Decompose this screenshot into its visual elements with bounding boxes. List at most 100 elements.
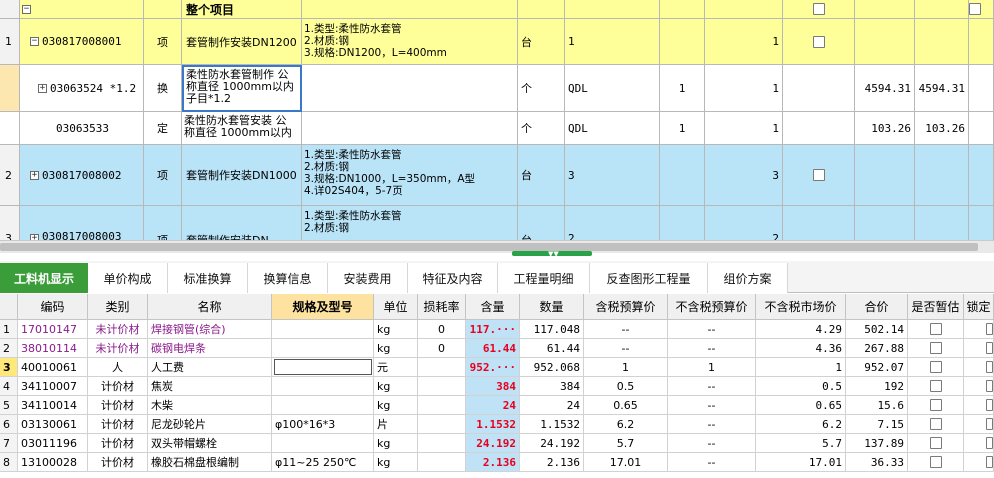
col-quantity[interactable]: 数量 <box>520 294 584 320</box>
grid-header: 编码 类别 名称 规格及型号 单位 损耗率 含量 数量 含税预算价 不含税预算价… <box>0 294 994 320</box>
row-number: 2 <box>0 339 18 358</box>
table-row[interactable]: 6 03130061 计价材 尼龙砂轮片 φ100*16*3 片 1.1532 1.1532 6… <box>0 415 994 434</box>
col-notax-price[interactable]: 不含税预算价 <box>668 294 756 320</box>
scrollbar-thumb[interactable] <box>0 243 978 251</box>
row-number: 7 <box>0 434 18 453</box>
lock-checkbox[interactable] <box>986 380 993 392</box>
material-code: 34110014 <box>18 396 88 415</box>
quota-row-2[interactable]: 03063533 定 柔性防水套管安装 公 称直径 1000mm以内 个 QDL… <box>0 112 994 145</box>
material-spec[interactable] <box>272 358 374 377</box>
material-tax-price: 0.65 <box>584 396 668 415</box>
col-provisional[interactable]: 是否暂估 <box>908 294 964 320</box>
tab-unit-price[interactable]: 单价构成 <box>88 263 168 293</box>
material-content: 24 <box>466 396 520 415</box>
bill-row-2[interactable]: 2 +030817008002 项 套管制作安装DN1000 1.类型:柔性防水… <box>0 145 994 206</box>
col-tax-price[interactable]: 含税预算价 <box>584 294 668 320</box>
material-notax-price: -- <box>668 339 756 358</box>
tab-quantity-detail[interactable]: 工程量明细 <box>498 263 590 293</box>
tab-conversion-info[interactable]: 换算信息 <box>248 263 328 293</box>
material-name: 木柴 <box>148 396 272 415</box>
provisional-cell <box>908 453 964 472</box>
col-lock[interactable]: 锁定 <box>964 294 994 320</box>
provisional-checkbox[interactable] <box>929 361 942 373</box>
tab-features[interactable]: 特征及内容 <box>408 263 498 293</box>
provisional-cell <box>908 339 964 358</box>
bill-row-3[interactable]: 3 +030817008003 项 套管制作安装DN 1.类型:柔性防水套管 2… <box>0 206 994 240</box>
table-row[interactable]: 3 40010061 人人工费元 952.··· 952.068 1 1 1 952.07 <box>0 358 994 377</box>
quota-row-1[interactable]: +03063524 *1.2 换 柔性防水套管制作 公 称直径 1000mm以内… <box>0 65 994 112</box>
lock-checkbox[interactable] <box>986 361 993 373</box>
project-root-row[interactable]: − 整个项目 <box>0 0 994 19</box>
provisional-checkbox[interactable] <box>929 323 942 335</box>
checkbox[interactable] <box>812 3 825 15</box>
tab-install-fee[interactable]: 安装费用 <box>328 263 408 293</box>
material-quantity: 24 <box>520 396 584 415</box>
provisional-checkbox[interactable] <box>929 342 942 354</box>
material-spec[interactable]: φ100*16*3 <box>272 415 374 434</box>
table-row[interactable]: 2 38010114 未计价材 碳钢电焊条 kg 0 61.44 61.44 -- -- 4.36 2… <box>0 339 994 358</box>
lock-checkbox[interactable] <box>986 342 993 354</box>
col-loss[interactable]: 损耗率 <box>418 294 466 320</box>
bill-qty: 2 <box>705 206 783 240</box>
provisional-checkbox[interactable] <box>929 418 942 430</box>
col-total[interactable]: 合价 <box>846 294 908 320</box>
col-code[interactable]: 编码 <box>18 294 88 320</box>
bill-code: 030817008002 <box>42 168 122 182</box>
tab-standard-conversion[interactable]: 标准换算 <box>168 263 248 293</box>
checkbox[interactable] <box>969 3 981 15</box>
material-spec[interactable] <box>272 434 374 453</box>
col-category[interactable]: 类别 <box>88 294 148 320</box>
material-notax-price: -- <box>668 320 756 339</box>
tab-pricing-scheme[interactable]: 组价方案 <box>708 263 788 293</box>
material-spec[interactable] <box>272 396 374 415</box>
material-spec[interactable] <box>272 377 374 396</box>
provisional-cell <box>908 320 964 339</box>
col-name[interactable]: 名称 <box>148 294 272 320</box>
table-row[interactable]: 7 03011196 计价材 双头带帽螺栓 kg 24.192 24.192 5.7 -- 5.7… <box>0 434 994 453</box>
spec-edit-input[interactable] <box>274 359 372 375</box>
material-spec[interactable]: φ11~25 250℃ <box>272 453 374 472</box>
horizontal-scrollbar[interactable]: ▼▼ <box>0 240 994 258</box>
checkbox[interactable] <box>812 35 825 48</box>
provisional-checkbox[interactable] <box>929 456 942 468</box>
table-row[interactable]: 1 17010147 未计价材 焊接钢管(综合) kg 0 117.··· 117.048 --… <box>0 320 994 339</box>
collapse-icon[interactable]: − <box>22 4 31 14</box>
material-spec[interactable] <box>272 339 374 358</box>
col-market-price[interactable]: 不含税市场价 <box>756 294 846 320</box>
material-total: 502.14 <box>846 320 908 339</box>
material-content: 2.136 <box>466 453 520 472</box>
checkbox[interactable] <box>812 169 825 181</box>
table-row[interactable]: 4 34110007 计价材 焦炭 kg 384 384 0.5 -- 0.5 192 <box>0 377 994 396</box>
row-number: 4 <box>0 377 18 396</box>
provisional-checkbox[interactable] <box>929 437 942 449</box>
material-tax-price: 1 <box>584 358 668 377</box>
lock-checkbox[interactable] <box>986 418 993 430</box>
table-row[interactable]: 8 13100028 计价材 橡胶石棉盘根编制 φ11~25 250℃ kg 2.136 2.… <box>0 453 994 472</box>
provisional-checkbox[interactable] <box>929 380 942 392</box>
material-notax-price: -- <box>668 415 756 434</box>
bill-row-1[interactable]: 1 −030817008001 项 套管制作安装DN1200 1.类型:柔性防水… <box>0 19 994 65</box>
quota-coef: 1 <box>660 112 705 145</box>
collapse-icon[interactable]: − <box>30 37 39 46</box>
tab-labor-material[interactable]: 工料机显示 <box>0 263 88 293</box>
material-spec[interactable] <box>272 320 374 339</box>
chevron-down-icon: ▼▼ <box>548 250 559 258</box>
lock-checkbox[interactable] <box>986 399 993 411</box>
material-total: 267.88 <box>846 339 908 358</box>
lock-checkbox[interactable] <box>986 437 993 449</box>
col-spec[interactable]: 规格及型号 <box>272 294 374 320</box>
lock-checkbox[interactable] <box>986 456 993 468</box>
col-unit[interactable]: 单位 <box>374 294 418 320</box>
col-content[interactable]: 含量 <box>466 294 520 320</box>
material-loss <box>418 358 466 377</box>
lock-checkbox[interactable] <box>986 323 993 335</box>
table-row[interactable]: 5 34110014 计价材 木柴 kg 24 24 0.65 -- 0.65 15.6 <box>0 396 994 415</box>
material-category: 未计价材 <box>88 339 148 358</box>
expand-icon[interactable]: + <box>38 83 47 93</box>
tab-graphic-quantity[interactable]: 反查图形工程量 <box>590 263 708 293</box>
project-root-label: 整个项目 <box>182 0 302 19</box>
expand-icon[interactable]: + <box>30 170 39 180</box>
provisional-checkbox[interactable] <box>929 399 942 411</box>
quota-name-editor[interactable]: 柔性防水套管制作 公 称直径 1000mm以内 子目*1.2 <box>182 65 302 112</box>
row-number: 1 <box>0 19 20 65</box>
